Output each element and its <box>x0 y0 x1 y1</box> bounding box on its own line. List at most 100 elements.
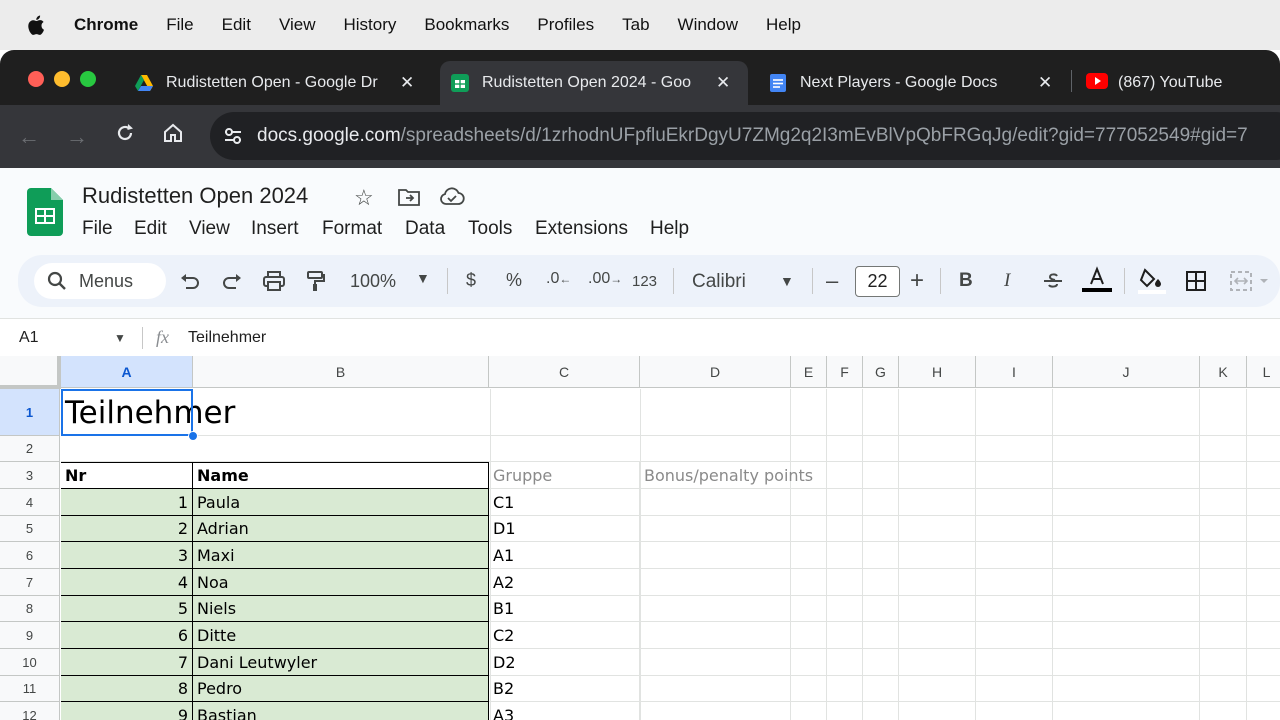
column-header-d[interactable]: D <box>640 356 791 388</box>
cell-gruppe[interactable]: A3 <box>489 702 640 720</box>
close-tab-icon[interactable]: ✕ <box>1038 73 1052 93</box>
menubar-profiles[interactable]: Profiles <box>537 15 594 35</box>
sheets-logo-icon[interactable] <box>27 188 63 241</box>
row-header-1[interactable]: 1 <box>0 389 60 436</box>
column-header-e[interactable]: E <box>791 356 827 388</box>
cell-gruppe[interactable]: C2 <box>489 622 640 649</box>
fill-color-icon[interactable] <box>1138 267 1166 300</box>
cell-nr[interactable]: 1 <box>61 489 193 516</box>
close-window-button[interactable] <box>28 71 44 87</box>
font-family-select[interactable]: Calibri <box>692 271 746 293</box>
cell-gruppe[interactable]: A2 <box>489 569 640 596</box>
row-header-6[interactable]: 6 <box>0 542 60 569</box>
menu-data[interactable]: Data <box>405 218 445 240</box>
print-icon[interactable] <box>263 271 285 296</box>
column-header-a[interactable]: A <box>61 356 193 388</box>
menubar-edit[interactable]: Edit <box>222 15 251 35</box>
undo-icon[interactable] <box>180 272 200 295</box>
cell-nr[interactable]: 8 <box>61 676 193 702</box>
italic-button[interactable]: I <box>1004 270 1010 292</box>
address-bar[interactable]: docs.google.com/spreadsheets/d/1zrhodnUF… <box>210 112 1280 160</box>
row-header-8[interactable]: 8 <box>0 596 60 622</box>
chevron-down-icon[interactable]: ▼ <box>114 331 126 345</box>
cell-gruppe[interactable]: B1 <box>489 596 640 622</box>
menubar-help[interactable]: Help <box>766 15 801 35</box>
column-header-i[interactable]: I <box>976 356 1053 388</box>
move-folder-icon[interactable] <box>397 187 421 212</box>
apple-icon[interactable] <box>26 14 48 36</box>
menu-view[interactable]: View <box>189 218 230 240</box>
column-header-g[interactable]: G <box>863 356 899 388</box>
reload-icon[interactable] <box>112 122 138 150</box>
menubar-bookmarks[interactable]: Bookmarks <box>424 15 509 35</box>
menu-insert[interactable]: Insert <box>251 218 299 240</box>
cell-name[interactable]: Ditte <box>193 622 489 649</box>
cell-name[interactable]: Niels <box>193 596 489 622</box>
cell-gruppe[interactable]: D2 <box>489 649 640 676</box>
zoom-window-button[interactable] <box>80 71 96 87</box>
cell-a3[interactable]: Nr <box>61 462 193 489</box>
cell-name[interactable]: Dani Leutwyler <box>193 649 489 676</box>
column-header-c[interactable]: C <box>489 356 640 388</box>
row-header-11[interactable]: 11 <box>0 676 60 702</box>
column-header-l[interactable]: L <box>1247 356 1280 388</box>
cell-gruppe[interactable]: D1 <box>489 516 640 542</box>
menu-help[interactable]: Help <box>650 218 689 240</box>
row-header-10[interactable]: 10 <box>0 649 60 676</box>
row-header-4[interactable]: 4 <box>0 489 60 516</box>
column-header-k[interactable]: K <box>1200 356 1247 388</box>
menubar-app-name[interactable]: Chrome <box>74 15 138 35</box>
column-header-h[interactable]: H <box>899 356 976 388</box>
percent-format-button[interactable]: % <box>506 270 522 291</box>
column-header-j[interactable]: J <box>1053 356 1200 388</box>
increase-decimal-button[interactable]: .00→ <box>588 270 622 288</box>
row-header-12[interactable]: 12 <box>0 702 60 720</box>
search-menus-button[interactable]: Menus <box>34 263 166 299</box>
formula-input[interactable]: Teilnehmer <box>188 329 266 347</box>
merge-cells-icon[interactable] <box>1230 271 1274 296</box>
paint-format-icon[interactable] <box>306 270 326 297</box>
cloud-status-icon[interactable] <box>439 187 465 212</box>
cell-nr[interactable]: 7 <box>61 649 193 676</box>
row-header-3[interactable]: 3 <box>0 462 60 489</box>
site-settings-icon[interactable] <box>220 123 246 149</box>
select-all-corner[interactable] <box>0 356 61 389</box>
font-size-input[interactable]: 22 <box>855 266 900 297</box>
chevron-down-icon[interactable]: ▼ <box>416 270 430 286</box>
tab-drive[interactable]: Rudistetten Open - Google Dr ✕ <box>134 61 430 105</box>
star-icon[interactable]: ☆ <box>354 185 374 211</box>
cell-name[interactable]: Paula <box>193 489 489 516</box>
cell-name[interactable]: Bastian <box>193 702 489 720</box>
back-icon[interactable]: ← <box>16 124 42 150</box>
cell-b3[interactable]: Name <box>193 462 489 489</box>
row-header-9[interactable]: 9 <box>0 622 60 649</box>
cell-nr[interactable]: 2 <box>61 516 193 542</box>
tab-docs[interactable]: Next Players - Google Docs ✕ <box>768 61 1064 105</box>
forward-icon[interactable]: → <box>64 124 90 150</box>
name-box[interactable]: A1 <box>19 329 39 347</box>
menubar-tab[interactable]: Tab <box>622 15 649 35</box>
menu-file[interactable]: File <box>82 218 113 240</box>
row-header-5[interactable]: 5 <box>0 516 60 542</box>
number-format-button[interactable]: 123 <box>632 273 657 290</box>
currency-format-button[interactable]: $ <box>466 270 476 291</box>
cell-nr[interactable]: 6 <box>61 622 193 649</box>
cell-d3[interactable]: Bonus/penalty points <box>640 462 813 489</box>
column-header-b[interactable]: B <box>193 356 489 388</box>
cell-gruppe[interactable]: B2 <box>489 676 640 702</box>
cell-gruppe[interactable]: C1 <box>489 489 640 516</box>
cell-nr[interactable]: 4 <box>61 569 193 596</box>
cell-gruppe[interactable]: A1 <box>489 542 640 569</box>
borders-icon[interactable] <box>1186 271 1206 296</box>
column-header-f[interactable]: F <box>827 356 863 388</box>
zoom-select[interactable]: 100% <box>350 271 396 292</box>
menubar-file[interactable]: File <box>166 15 193 35</box>
home-icon[interactable] <box>160 122 186 150</box>
tab-youtube[interactable]: (867) YouTube <box>1086 61 1280 105</box>
menu-edit[interactable]: Edit <box>134 218 167 240</box>
close-tab-icon[interactable]: ✕ <box>716 73 730 93</box>
row-header-7[interactable]: 7 <box>0 569 60 596</box>
decrease-font-size-icon[interactable]: – <box>826 268 838 294</box>
text-color-icon[interactable] <box>1082 266 1112 299</box>
cell-name[interactable]: Maxi <box>193 542 489 569</box>
